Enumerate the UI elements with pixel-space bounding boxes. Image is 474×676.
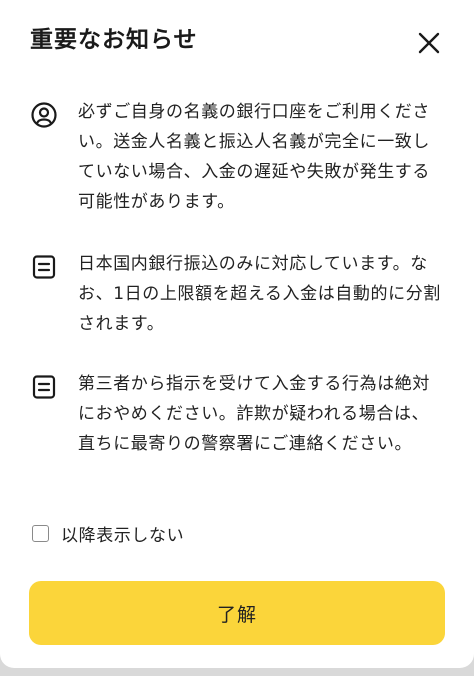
dont-show-again-label: 以降表示しない: [61, 525, 185, 546]
dialog-title: 重要なお知らせ: [30, 27, 198, 53]
notice-text: 必ずご自身の名義の銀行口座をご利用ください。送金人名義と振込人名義が完全に一致し…: [78, 102, 430, 212]
close-icon: [418, 32, 440, 54]
backdrop-strip: [0, 668, 474, 676]
document-icon: [32, 255, 56, 279]
notice-text: 第三者から指示を受けて入金する行為は絶対におやめください。詐欺が疑われる場合は、…: [78, 374, 430, 454]
confirm-button[interactable]: 了解: [29, 581, 445, 645]
close-button[interactable]: [414, 28, 444, 58]
dont-show-again-option[interactable]: 以降表示しない: [32, 519, 184, 547]
document-icon: [32, 375, 56, 399]
dont-show-again-checkbox[interactable]: [32, 524, 49, 542]
user-circle-icon: [31, 102, 57, 128]
notice-dialog: 重要なお知らせ 必ずご自身の名義の銀行口座をご利用ください。送金人名義と振込人名…: [0, 0, 474, 668]
notice-text: 日本国内銀行振込のみに対応しています。なお、1日の上限額を超える入金は自動的に分…: [78, 254, 441, 334]
